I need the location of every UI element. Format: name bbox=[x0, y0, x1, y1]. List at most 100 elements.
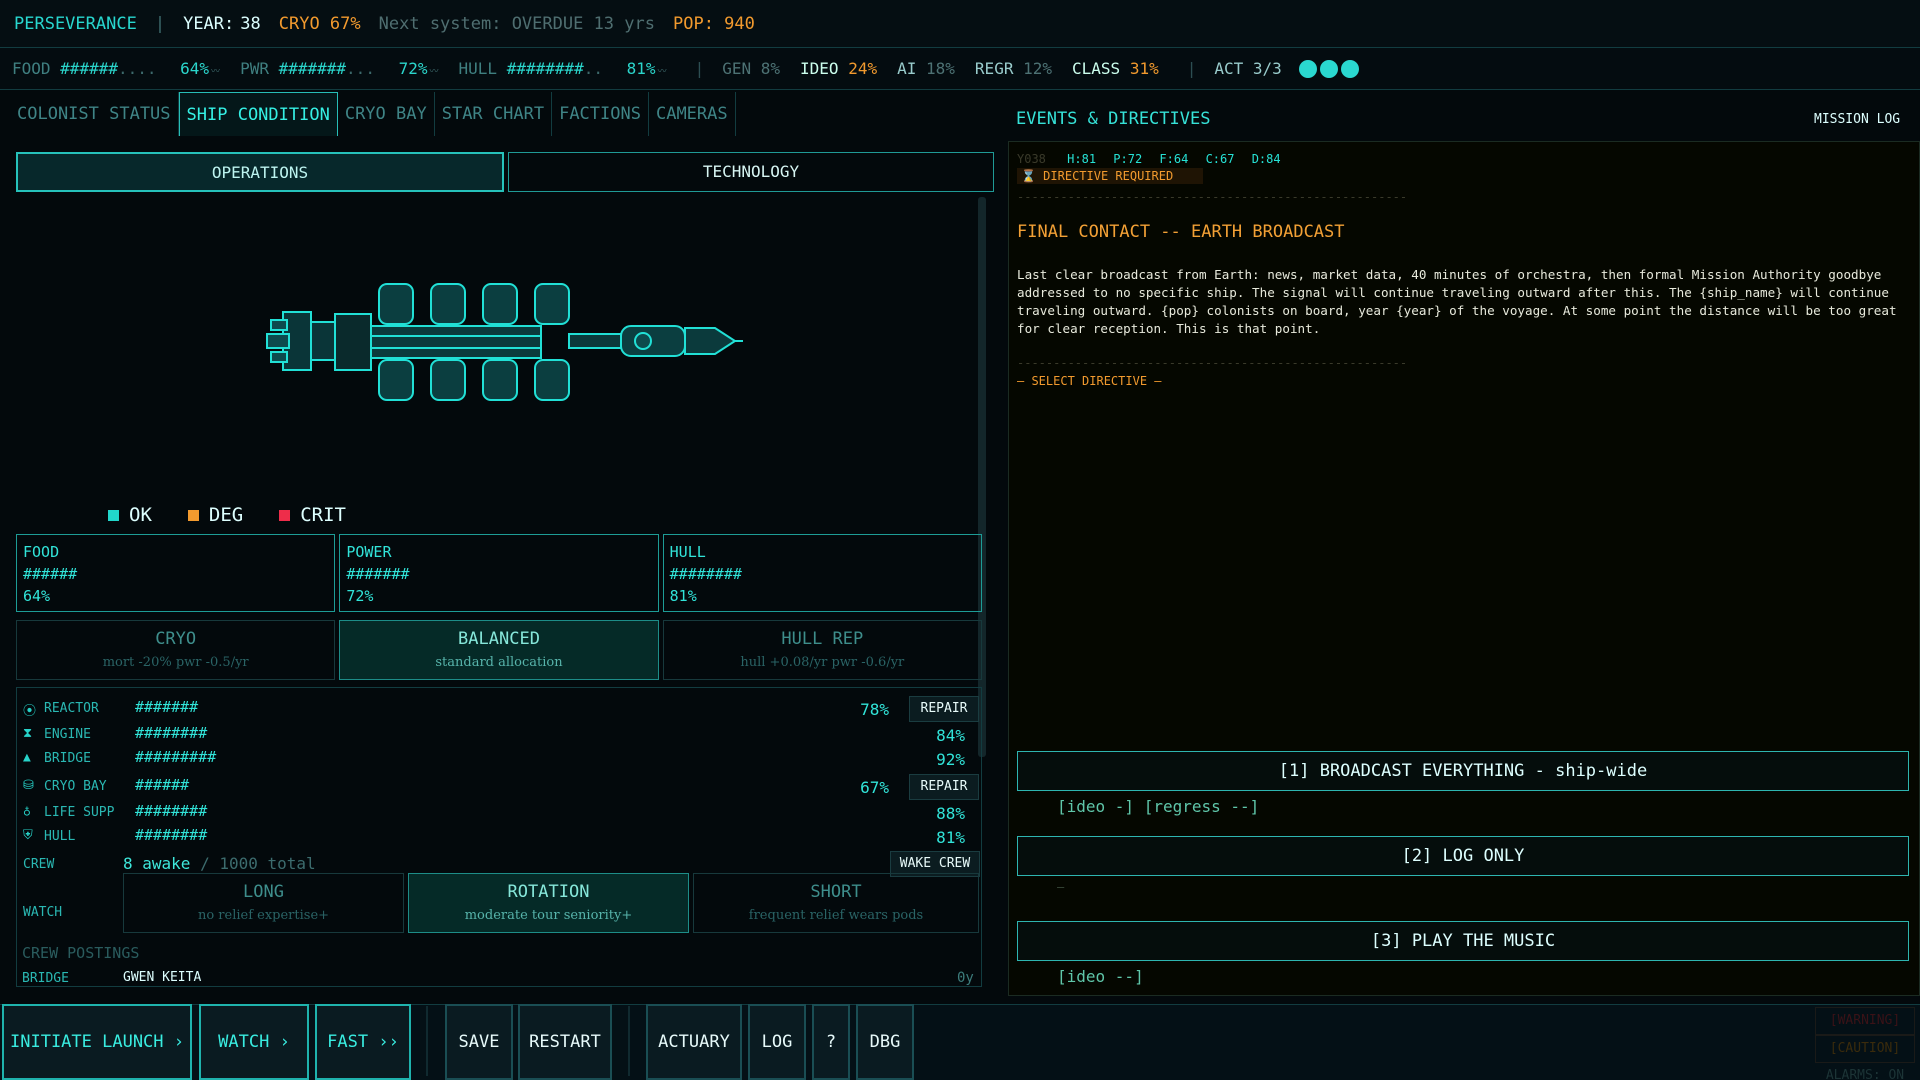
directive-option-2[interactable]: [2] LOG ONLY bbox=[1017, 836, 1909, 876]
watch-long[interactable]: LONG no relief expertise+ bbox=[123, 873, 404, 933]
life-support-icon: ♁ bbox=[23, 804, 31, 819]
stat-gen: GEN 8% bbox=[722, 59, 780, 78]
stat-hull-pct: 81% bbox=[626, 59, 656, 78]
actuary-button[interactable]: ACTUARY bbox=[646, 1004, 742, 1080]
tab-star-chart[interactable]: STAR CHART bbox=[435, 92, 553, 136]
resource-power-pct: 72% bbox=[346, 587, 374, 605]
watch-rotation-sub: moderate tour seniority+ bbox=[464, 908, 633, 923]
allocation-cryo-title: CRYO bbox=[155, 629, 197, 649]
system-bar: ######## bbox=[135, 802, 208, 820]
watch-short-sub: frequent relief wears pods bbox=[748, 908, 924, 923]
system-name: CRYO BAY bbox=[44, 779, 107, 794]
directive-option-2-tags: — bbox=[1057, 880, 1065, 894]
stat-power-pct: 72% bbox=[398, 59, 428, 78]
restart-button[interactable]: RESTART bbox=[518, 1004, 612, 1080]
tab-ship-condition[interactable]: SHIP CONDITION bbox=[178, 92, 338, 136]
caution-indicator: [CAUTION] bbox=[1815, 1035, 1915, 1063]
event-box: Y038 H:81 P:72 F:64 C:67 D:84 ⌛ DIRECTIV… bbox=[1008, 141, 1920, 996]
action-points: ACT 3/3 bbox=[1214, 59, 1360, 79]
watch-short-title: SHORT bbox=[810, 882, 862, 902]
subtab-technology[interactable]: TECHNOLOGY bbox=[508, 152, 994, 192]
alarms-toggle[interactable]: ALARMS: ON bbox=[1815, 1063, 1915, 1080]
allocation-hull-rep[interactable]: HULL REP hull +0.08/yr pwr -0.6/yr bbox=[662, 620, 982, 680]
posting-tenure: 0y bbox=[957, 970, 974, 986]
help-button[interactable]: ? bbox=[812, 1004, 850, 1080]
allocation-balanced[interactable]: BALANCED standard allocation bbox=[339, 620, 659, 680]
system-pct: 84% bbox=[936, 726, 965, 745]
mission-log-button[interactable]: MISSION LOG bbox=[1814, 112, 1900, 127]
warning-indicator: [WARNING] bbox=[1815, 1007, 1915, 1035]
stat-hull-bar: ######## bbox=[506, 59, 584, 78]
action-dot bbox=[1341, 60, 1360, 79]
initiate-launch-button[interactable]: INITIATE LAUNCH › bbox=[2, 1004, 192, 1080]
engine-icon: ⧗ bbox=[23, 726, 33, 741]
fast-button[interactable]: FAST ›› bbox=[315, 1004, 411, 1080]
posting-row: BRIDGE GWEN KEITA 0y bbox=[17, 968, 983, 990]
directive-required-badge: ⌛ DIRECTIVE REQUIRED bbox=[1017, 168, 1204, 184]
resource-hull-bar: ######## bbox=[669, 565, 742, 583]
crew-awake: 8 awake bbox=[123, 854, 191, 873]
system-bar: ######### bbox=[135, 748, 217, 766]
population-readout: POP: 940 bbox=[672, 13, 755, 34]
event-stats: Y038 H:81 P:72 F:64 C:67 D:84 bbox=[1017, 152, 1281, 166]
sub-tabs: OPERATIONS TECHNOLOGY bbox=[16, 152, 994, 192]
directive-option-3-tags: [ideo --] bbox=[1057, 967, 1144, 986]
resource-hull: HULL ######## 81% bbox=[662, 534, 982, 612]
power-allocation: CRYO mort -20% pwr -0.5/yr BALANCED stan… bbox=[16, 620, 982, 680]
stat-separator-2: | bbox=[1186, 59, 1197, 78]
stat-class-label: CLASS bbox=[1072, 59, 1121, 78]
resource-food-bar: ###### bbox=[23, 565, 78, 583]
subtab-operations[interactable]: OPERATIONS bbox=[16, 152, 504, 192]
event-stat-h: H:81 bbox=[1067, 152, 1097, 166]
system-pct: 81% bbox=[936, 828, 965, 847]
allocation-cryo[interactable]: CRYO mort -20% pwr -0.5/yr bbox=[16, 620, 336, 680]
reactor-repair-button[interactable]: REPAIR bbox=[909, 696, 979, 722]
stat-ideo-value: 24% bbox=[848, 59, 878, 78]
event-stat-p: P:72 bbox=[1113, 152, 1143, 166]
save-button[interactable]: SAVE bbox=[445, 1004, 513, 1080]
system-name: REACTOR bbox=[44, 701, 99, 716]
resource-power: POWER ####### 72% bbox=[339, 534, 659, 612]
top-status-bar: PERSEVERANCE | YEAR: 38 CRYO 67% Next sys… bbox=[0, 0, 1920, 48]
posting-station: BRIDGE bbox=[22, 971, 69, 986]
divider: | bbox=[154, 13, 166, 34]
system-bar: ####### bbox=[135, 698, 199, 716]
stat-gen-label: GEN bbox=[722, 59, 752, 78]
system-pct: 88% bbox=[936, 804, 965, 823]
legend-deg: DEG bbox=[187, 504, 243, 526]
stat-hull-dots: .. bbox=[583, 59, 604, 78]
ship-schematic bbox=[266, 283, 743, 401]
system-pct: 67% bbox=[860, 778, 889, 797]
watch-short[interactable]: SHORT frequent relief wears pods bbox=[693, 873, 979, 933]
system-name: HULL bbox=[44, 829, 76, 844]
cryo-bay-repair-button[interactable]: REPAIR bbox=[909, 774, 979, 800]
event-stat-f: F:64 bbox=[1159, 152, 1189, 166]
allocation-cryo-sub: mort -20% pwr -0.5/yr bbox=[102, 655, 249, 670]
alarm-indicators: [WARNING] [CAUTION] ALARMS: ON bbox=[1815, 1007, 1915, 1080]
stat-ideo: IDEO 24% bbox=[800, 59, 877, 78]
tab-colonist-status[interactable]: COLONIST STATUS bbox=[10, 92, 179, 136]
system-row-cryo-bay: ⛁ CRYO BAY ###### 67% bbox=[17, 776, 983, 798]
tab-factions[interactable]: FACTIONS bbox=[552, 92, 649, 136]
crew-count: 8 awake / 1000 total bbox=[123, 854, 316, 873]
stat-regr-label: REGR bbox=[974, 59, 1014, 78]
watch-rotation[interactable]: ROTATION moderate tour seniority+ bbox=[408, 873, 689, 933]
action-dot bbox=[1299, 60, 1318, 79]
hull-trend-icon: 〰 bbox=[657, 67, 667, 77]
stats-bar: FOOD ######.... 64% 〰 PWR #######... 72% 〰… bbox=[0, 48, 1920, 90]
system-bar: ######## bbox=[135, 826, 208, 844]
left-panel: COLONIST STATUS SHIP CONDITION CRYO BAY … bbox=[10, 92, 1005, 1002]
main-tabs: COLONIST STATUS SHIP CONDITION CRYO BAY … bbox=[10, 92, 1005, 136]
crew-label: CREW bbox=[23, 857, 55, 872]
tab-cryo-bay[interactable]: CRYO BAY bbox=[338, 92, 435, 136]
allocation-hull-rep-sub: hull +0.08/yr pwr -0.6/yr bbox=[740, 655, 905, 670]
watch-button[interactable]: WATCH › bbox=[199, 1004, 309, 1080]
debug-button[interactable]: DBG bbox=[856, 1004, 914, 1080]
system-row-life-support: ♁ LIFE SUPP ######## 88% bbox=[17, 802, 983, 824]
system-name: ENGINE bbox=[44, 727, 91, 742]
log-button[interactable]: LOG bbox=[748, 1004, 806, 1080]
directive-option-3[interactable]: [3] PLAY THE MUSIC bbox=[1017, 921, 1909, 961]
directive-option-1[interactable]: [1] BROADCAST EVERYTHING - ship-wide bbox=[1017, 751, 1909, 791]
tab-cameras[interactable]: CAMERAS bbox=[649, 92, 736, 136]
resource-power-name: POWER bbox=[346, 543, 392, 561]
